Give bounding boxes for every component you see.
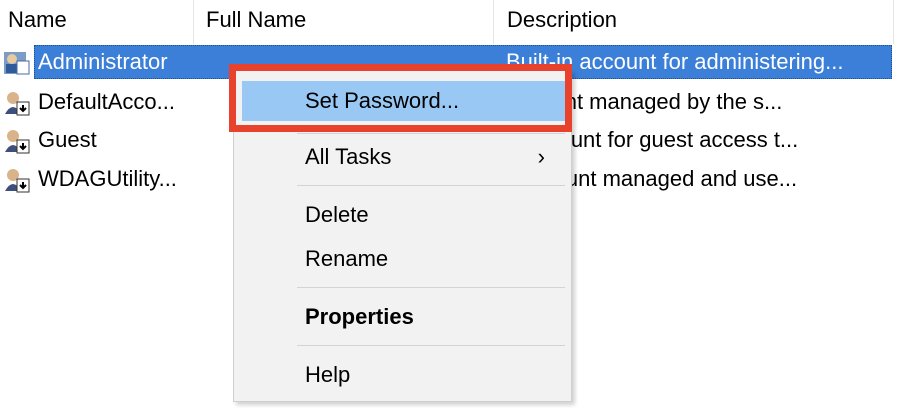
menu-item-set-password[interactable]: Set Password... bbox=[242, 81, 565, 121]
user-name: WDAGUtility... bbox=[38, 166, 177, 191]
column-header-name[interactable]: Name bbox=[0, 0, 194, 44]
user-account-icon bbox=[5, 169, 30, 193]
user-name: Guest bbox=[38, 127, 97, 152]
user-name: DefaultAcco... bbox=[38, 89, 175, 114]
list-header: Name Full Name Description bbox=[0, 0, 906, 44]
menu-separator bbox=[297, 345, 565, 346]
menu-separator bbox=[297, 287, 565, 288]
menu-item-all-tasks[interactable]: All Tasks › bbox=[242, 137, 565, 177]
user-account-icon bbox=[4, 52, 30, 75]
menu-item-label: All Tasks bbox=[305, 144, 392, 169]
user-account-icon bbox=[5, 130, 30, 154]
menu-item-rename[interactable]: Rename bbox=[242, 239, 565, 279]
menu-item-help[interactable]: Help bbox=[242, 355, 565, 395]
column-header-full-name[interactable]: Full Name bbox=[194, 0, 494, 44]
menu-separator bbox=[297, 133, 565, 134]
menu-item-properties[interactable]: Properties bbox=[242, 297, 565, 337]
user-account-icon bbox=[5, 92, 30, 116]
menu-separator bbox=[297, 185, 565, 186]
chevron-right-icon: › bbox=[537, 144, 545, 169]
context-menu: Set Password... All Tasks › Delete Renam… bbox=[233, 70, 572, 402]
column-header-description[interactable]: Description bbox=[494, 0, 894, 44]
user-name: Administrator bbox=[38, 49, 168, 74]
menu-item-delete[interactable]: Delete bbox=[242, 195, 565, 235]
